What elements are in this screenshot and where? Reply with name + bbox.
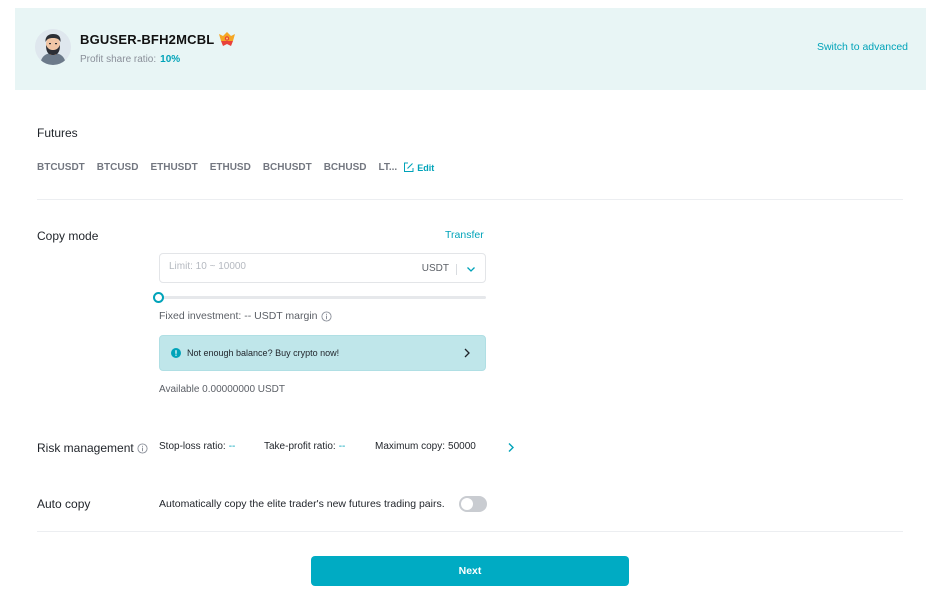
- buy-crypto-banner[interactable]: Not enough balance? Buy crypto now!: [159, 335, 486, 371]
- currency-separator: [456, 264, 457, 275]
- take-profit-ratio: Take-profit ratio: --: [264, 441, 345, 452]
- profit-share-ratio: Profit share ratio: 10%: [80, 54, 180, 65]
- pair-item: ETHUSDT: [150, 162, 198, 173]
- copy-mode-title: Copy mode: [37, 229, 99, 243]
- currency-label: USDT: [421, 263, 449, 274]
- bearded-man-avatar-icon: [35, 29, 71, 65]
- futures-pairs-list: BTCUSDT BTCUSD ETHUSDT ETHUSD BCHUSDT BC…: [37, 162, 434, 173]
- max-copy-label: Maximum copy:: [375, 441, 446, 452]
- investment-amount-field: USDT: [159, 253, 486, 283]
- auto-copy-toggle[interactable]: [459, 496, 487, 512]
- pair-item: BTCUSDT: [37, 162, 85, 173]
- fixed-investment: Fixed investment: -- USDT margin: [159, 310, 332, 322]
- trader-username: BGUSER-BFH2MCBL: [80, 32, 215, 47]
- pair-item: LT...: [378, 162, 398, 173]
- chevron-down-icon[interactable]: [466, 264, 476, 274]
- toggle-knob: [461, 498, 473, 510]
- max-copy-value: 50000: [448, 441, 476, 452]
- risk-management-title: Risk management: [37, 441, 148, 455]
- edit-pairs-button[interactable]: Edit: [403, 162, 434, 173]
- investment-slider-track[interactable]: [159, 296, 486, 299]
- trader-header: BGUSER-BFH2MCBL Profit share ratio: 10% S…: [15, 8, 926, 90]
- investment-slider-handle[interactable]: [153, 292, 164, 303]
- divider: [37, 531, 903, 532]
- pair-item: BTCUSD: [96, 162, 139, 173]
- pair-item: ETHUSD: [209, 162, 251, 173]
- available-balance: Available 0.00000000 USDT: [159, 384, 286, 395]
- pair-item: BCHUSD: [323, 162, 367, 173]
- switch-to-advanced-link[interactable]: Switch to advanced: [817, 41, 908, 53]
- maximum-copy: Maximum copy: 50000: [375, 441, 476, 452]
- take-profit-label: Take-profit ratio:: [264, 441, 336, 452]
- elite-trader-badge-icon: [219, 32, 235, 46]
- edit-icon: [404, 162, 414, 172]
- chevron-right-icon: [464, 348, 470, 358]
- info-icon[interactable]: [137, 442, 148, 454]
- stop-loss-label: Stop-loss ratio:: [159, 441, 226, 452]
- stop-loss-value: --: [228, 441, 236, 452]
- edit-label: Edit: [417, 162, 435, 173]
- take-profit-value: --: [338, 441, 346, 452]
- fixed-investment-text: Fixed investment: -- USDT margin: [159, 310, 318, 322]
- profit-share-value: 10%: [160, 54, 181, 65]
- risk-management-label: Risk management: [37, 441, 134, 455]
- info-icon[interactable]: [320, 310, 332, 322]
- banner-text: Not enough balance? Buy crypto now!: [187, 348, 340, 358]
- divider: [37, 199, 903, 200]
- info-filled-icon: [171, 348, 181, 358]
- transfer-link[interactable]: Transfer: [445, 229, 484, 241]
- stop-loss-ratio: Stop-loss ratio: --: [159, 441, 235, 452]
- profit-share-label: Profit share ratio:: [80, 54, 157, 65]
- auto-copy-title: Auto copy: [37, 497, 91, 511]
- investment-amount-input[interactable]: [169, 261, 399, 272]
- pair-item: BCHUSDT: [262, 162, 312, 173]
- auto-copy-description: Automatically copy the elite trader's ne…: [159, 498, 445, 510]
- risk-settings-chevron-right-icon[interactable]: [507, 442, 515, 453]
- futures-title: Futures: [37, 126, 78, 140]
- next-button[interactable]: Next: [311, 556, 629, 586]
- avatar: [35, 29, 71, 65]
